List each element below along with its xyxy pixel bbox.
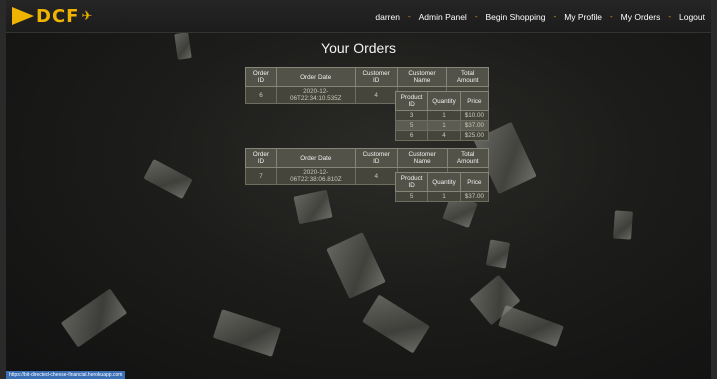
background-bill [212, 309, 282, 357]
table-row: 6 4 $25.00 [394, 130, 490, 141]
product-id: 6 [394, 130, 429, 141]
background-bill [362, 294, 430, 354]
order-header-row: Order ID Order Date Customer ID Customer… [245, 67, 489, 87]
col-order-date: Order Date [275, 148, 356, 168]
product-price: $37.00 [459, 191, 490, 202]
nav-separator: - [407, 12, 411, 21]
col-order-id: Order ID [245, 67, 277, 87]
product-quantity: 4 [427, 130, 461, 141]
col-customer-name: Customer Name [396, 148, 448, 168]
order-id: 6 [245, 86, 277, 104]
col-customer-id: Customer ID [354, 67, 398, 87]
background-bill [613, 210, 633, 240]
table-row: 5 1 $37.00 [394, 191, 490, 202]
background-bill [326, 232, 386, 299]
background-bill [143, 158, 193, 200]
col-product-id: Product ID [394, 91, 429, 111]
table-row: 3 1 $10.00 [394, 110, 490, 121]
customer-id: 4 [354, 167, 398, 185]
nav-admin-panel[interactable]: Admin Panel [417, 12, 469, 22]
table-row: 5 1 $37.00 [394, 120, 490, 131]
product-quantity: 1 [427, 110, 461, 121]
product-quantity: 1 [427, 120, 461, 131]
product-id: 5 [394, 191, 429, 202]
product-price: $25.00 [459, 130, 490, 141]
top-navbar: DCF ✈ darren - Admin Panel - Begin Shopp… [6, 0, 711, 33]
brand-name: DCF [36, 5, 80, 27]
col-order-date: Order Date [275, 67, 356, 87]
col-customer-id: Customer ID [354, 148, 398, 168]
product-price: $10.00 [459, 110, 490, 121]
cheese-icon [12, 7, 34, 25]
nav-my-profile[interactable]: My Profile [562, 12, 604, 22]
nav-menu: darren - Admin Panel - Begin Shopping - … [373, 0, 707, 33]
product-id: 3 [394, 110, 429, 121]
nav-begin-shopping[interactable]: Begin Shopping [483, 12, 547, 22]
col-price: Price [459, 172, 490, 192]
col-quantity: Quantity [427, 91, 461, 111]
nav-username[interactable]: darren [373, 12, 402, 22]
col-product-id: Product ID [394, 172, 429, 192]
col-total-amount: Total Amount [446, 148, 490, 168]
col-quantity: Quantity [427, 172, 461, 192]
order-header-row: Order ID Order Date Customer ID Customer… [245, 148, 490, 168]
page-title: Your Orders [321, 40, 396, 56]
background-bill [293, 189, 333, 225]
nav-separator: - [668, 12, 671, 21]
col-order-id: Order ID [245, 148, 277, 168]
nav-logout[interactable]: Logout [677, 12, 707, 22]
background-bill [60, 288, 128, 348]
order-date: 2020-12-06T22:34:10.535Z [275, 86, 356, 104]
col-customer-name: Customer Name [396, 67, 448, 87]
money-icon: ✈ [81, 8, 93, 23]
nav-my-orders[interactable]: My Orders [619, 12, 663, 22]
order-date: 2020-12-06T22:38:06.810Z [275, 167, 356, 185]
status-bar-url: https://bit-directed-cheese-financial.he… [6, 371, 126, 379]
nav-separator: - [474, 12, 478, 21]
products-table: Product ID Quantity Price 3 1 $10.00 5 1… [394, 91, 490, 141]
product-id: 5 [394, 120, 429, 131]
products-table: Product ID Quantity Price 5 1 $37.00 [394, 172, 490, 202]
col-total-amount: Total Amount [446, 67, 489, 87]
order-id: 7 [245, 167, 277, 185]
brand-logo[interactable]: DCF ✈ [12, 5, 92, 27]
background-bill [498, 305, 564, 347]
col-price: Price [459, 91, 490, 111]
products-header-row: Product ID Quantity Price [394, 91, 490, 111]
nav-separator: - [553, 12, 557, 21]
product-quantity: 1 [427, 191, 461, 202]
nav-separator: - [609, 12, 613, 21]
product-price: $37.00 [459, 120, 490, 131]
customer-id: 4 [354, 86, 398, 104]
products-header-row: Product ID Quantity Price [394, 172, 490, 192]
background-bill [485, 239, 511, 269]
